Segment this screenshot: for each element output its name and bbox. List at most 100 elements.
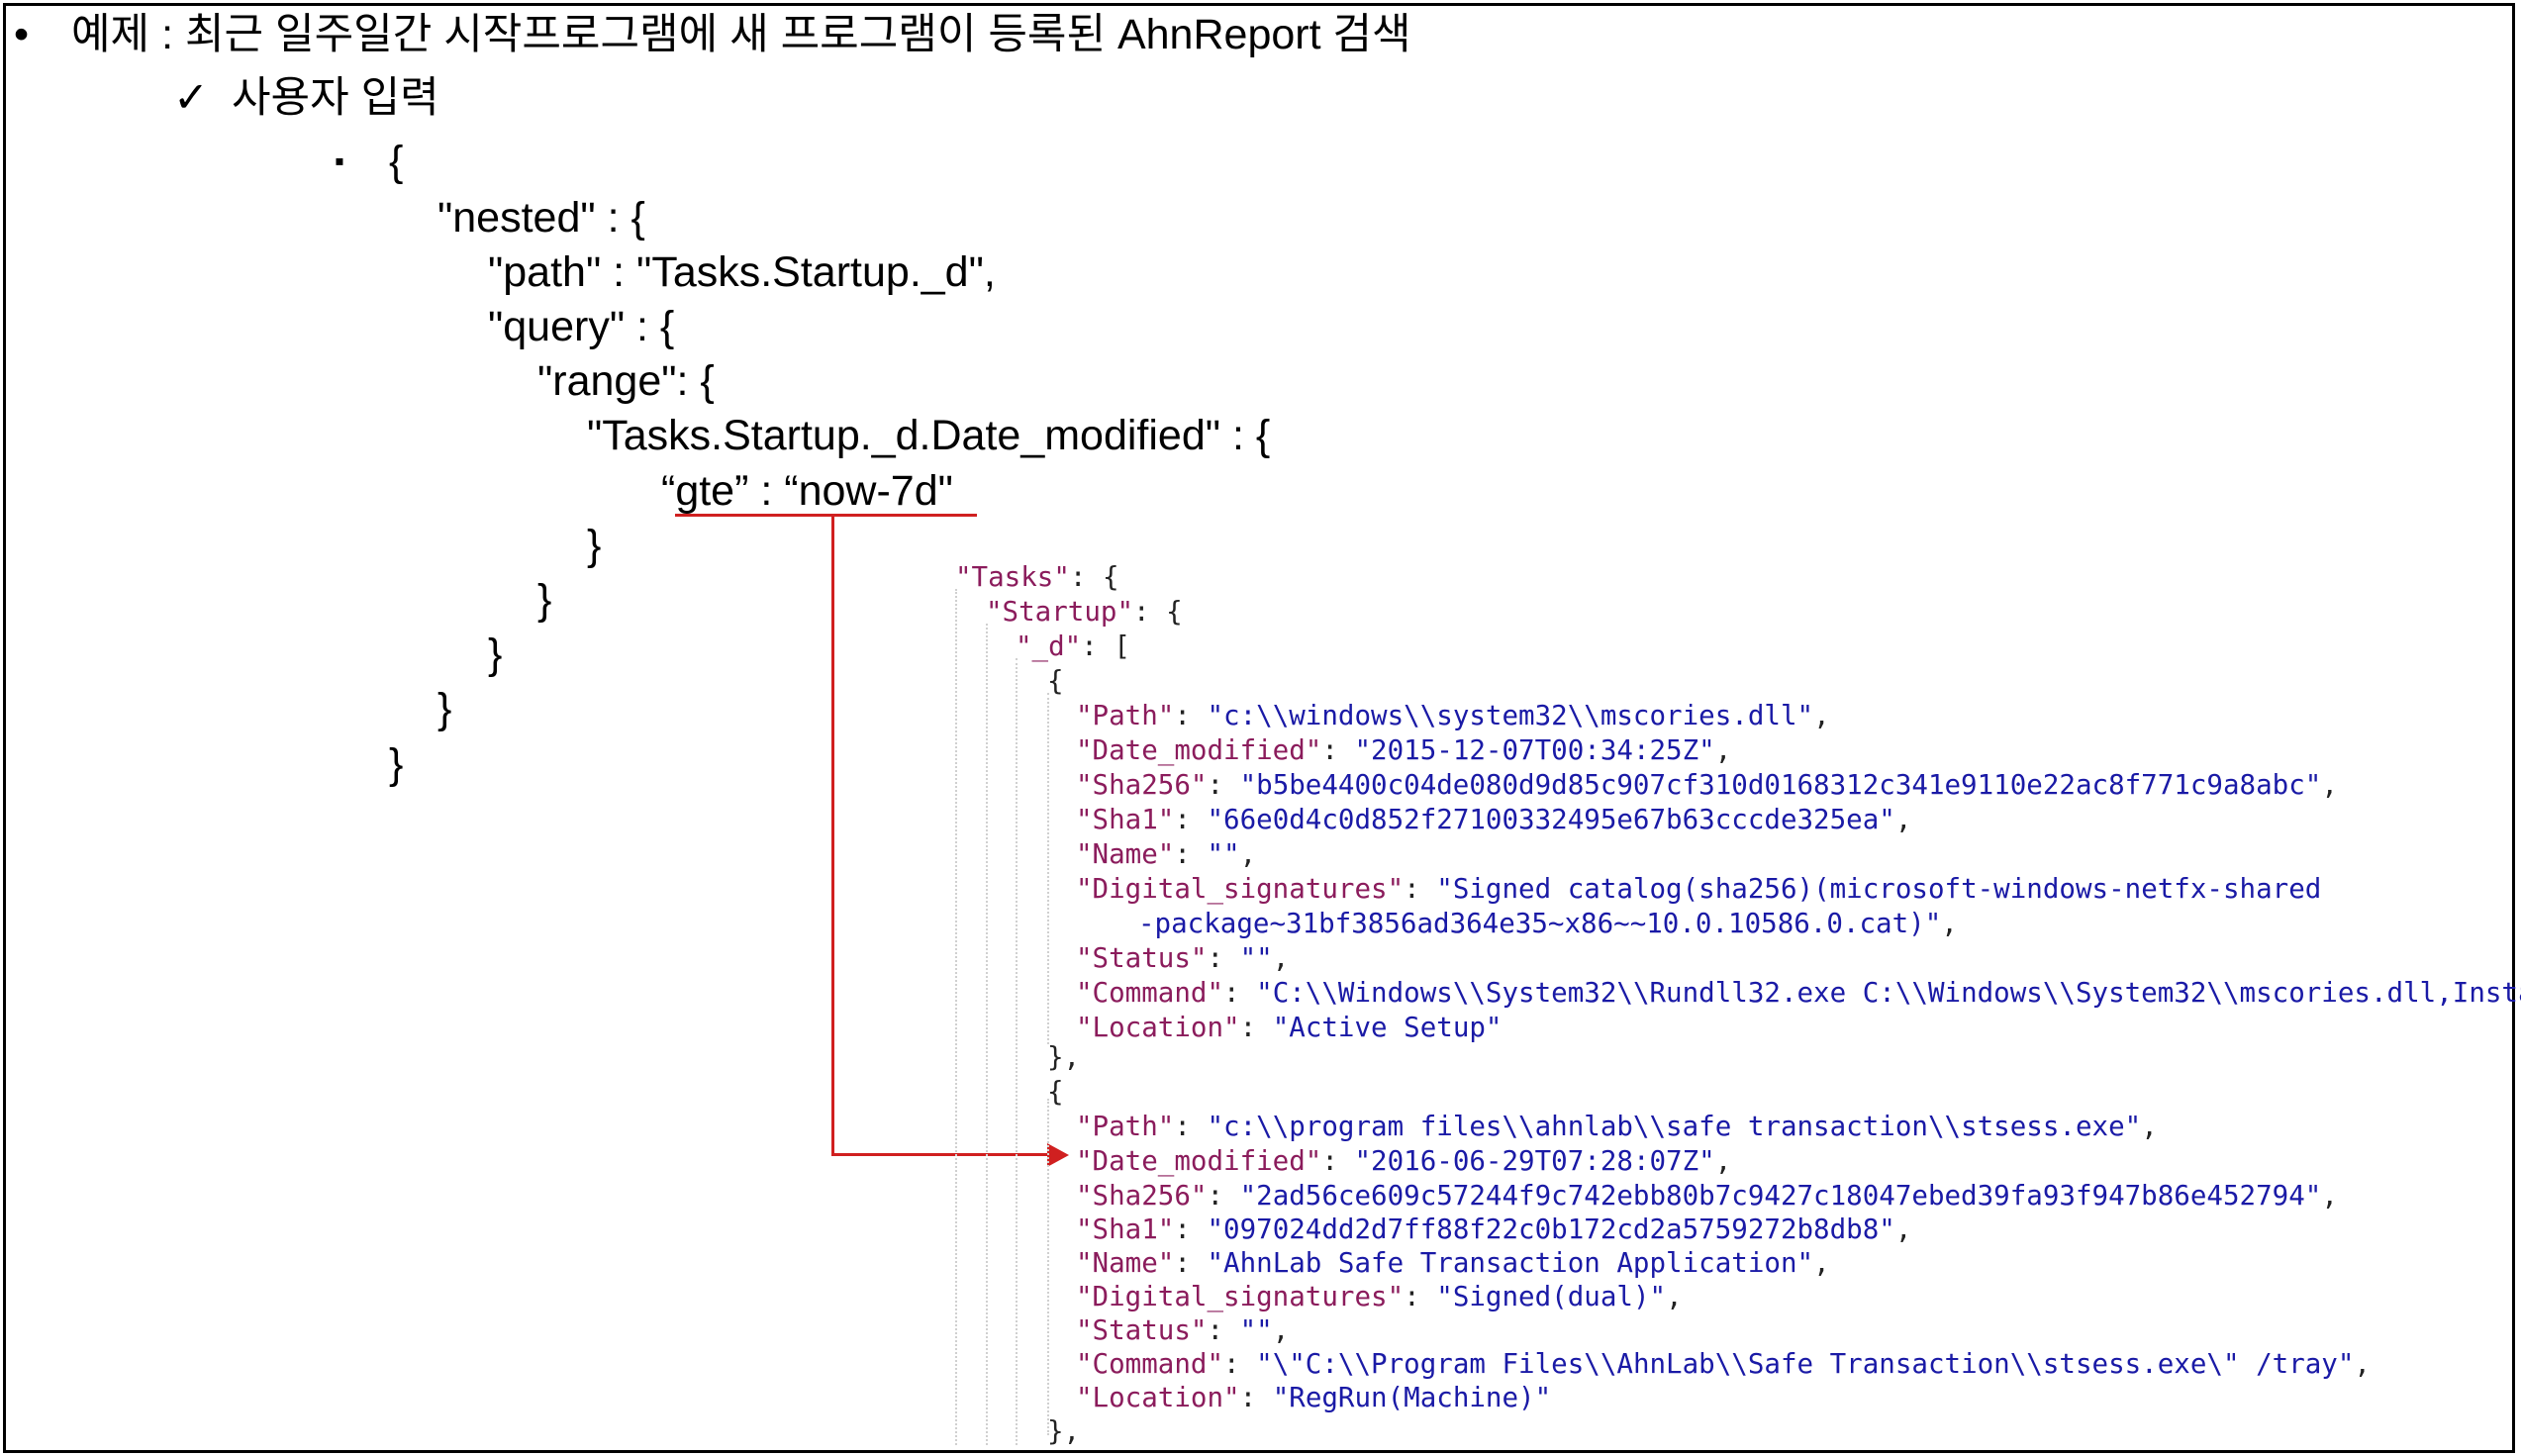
json-field-tail: , <box>1813 700 1830 731</box>
gte-highlight-underline <box>675 514 977 517</box>
json-field-row: "Name": "", <box>1076 838 1257 870</box>
arrow-head-icon <box>1047 1143 1069 1167</box>
json-field-value: "2ad56ce609c57244f9c742ebb80b7c9427c1804… <box>1239 1180 2322 1212</box>
query-line: { <box>389 138 404 185</box>
json-field-key: "Sha1" <box>1076 1213 1175 1245</box>
json-colon: : <box>1174 804 1208 835</box>
json-field-value: "C:\\Windows\\System32\\Rundll32.exe C:\… <box>1256 977 2521 1009</box>
json-field-row: "Digital_signatures": "Signed catalog(sh… <box>1076 873 2321 905</box>
json-field-tail: , <box>2321 769 2338 801</box>
json-field-value: "Active Setup" <box>1272 1012 1503 1043</box>
json-field-row: "Date_modified": "2016-06-29T07:28:07Z", <box>1076 1145 1732 1177</box>
json-field-key: "Command" <box>1076 1348 1224 1380</box>
json-punct: : { <box>1069 561 1119 593</box>
json-field-row: "Location": "RegRun(Machine)" <box>1076 1382 1552 1413</box>
json-field-key: "Status" <box>1076 1314 1208 1346</box>
json-colon: : <box>1174 1111 1208 1142</box>
json-entry-close: }, <box>1047 1041 1081 1073</box>
json-field-row: "Command": "C:\\Windows\\System32\\Rundl… <box>1076 977 2521 1009</box>
json-field-tail: , <box>1272 942 1290 974</box>
json-key: "_d" <box>1016 631 1082 662</box>
json-entry-open: { <box>1047 665 1064 697</box>
query-line: } <box>488 631 503 678</box>
json-field-value: "c:\\program files\\ahnlab\\safe transac… <box>1207 1111 2142 1142</box>
json-field-key: "Digital_signatures" <box>1076 1281 1405 1312</box>
json-field-value: "Signed(dual)" <box>1436 1281 1667 1312</box>
json-field-value: "c:\\windows\\system32\\mscories.dll" <box>1207 700 1814 731</box>
json-field-row: "Sha256": "2ad56ce609c57244f9c742ebb80b7… <box>1076 1180 2338 1212</box>
json-field-value: "AhnLab Safe Transaction Application" <box>1207 1247 1814 1279</box>
json-line-startup: "Startup": { <box>986 596 1183 628</box>
json-field-key: "Sha1" <box>1076 804 1175 835</box>
json-field-key: "Status" <box>1076 942 1208 974</box>
query-line: "path" : "Tasks.Startup._d", <box>488 248 996 296</box>
query-line-gte: “gte” : “now-7d" <box>661 467 953 515</box>
bullet-marker: • <box>14 11 30 58</box>
json-colon: : <box>1239 1382 1273 1413</box>
json-field-key: "Location" <box>1076 1382 1240 1413</box>
json-field-key: "Sha256" <box>1076 769 1208 801</box>
json-line-d: "_d": [ <box>1016 631 1130 662</box>
indent-guide <box>1016 658 1018 1445</box>
json-field-tail: , <box>2354 1348 2371 1380</box>
json-field-row: -package~31bf3856ad364e35~x86~~10.0.1058… <box>1138 908 1958 939</box>
json-key: "Startup" <box>986 596 1134 628</box>
json-field-row: "Sha1": "66e0d4c0d852f27100332495e67b63c… <box>1076 804 1911 835</box>
json-field-value: "2016-06-29T07:28:07Z" <box>1354 1145 1715 1177</box>
json-field-key: "Sha256" <box>1076 1180 1208 1212</box>
json-colon: : <box>1207 1314 1240 1346</box>
json-field-value: "\"C:\\Program Files\\AhnLab\\Safe Trans… <box>1256 1348 2355 1380</box>
json-colon: : <box>1207 942 1240 974</box>
json-field-tail: , <box>1894 1213 1912 1245</box>
indent-guide <box>986 624 988 1445</box>
json-line-tasks: "Tasks": { <box>955 561 1119 593</box>
indent-guide <box>1047 693 1049 1044</box>
json-field-key: "Digital_signatures" <box>1076 873 1405 905</box>
json-field-value: "" <box>1239 942 1273 974</box>
indent-guide <box>955 589 957 1445</box>
json-colon: : <box>1174 1213 1208 1245</box>
json-colon: : <box>1223 1348 1257 1380</box>
json-field-tail: , <box>1239 838 1257 870</box>
json-colon: : <box>1174 1247 1208 1279</box>
query-line: } <box>389 740 404 788</box>
json-field-key: "Command" <box>1076 977 1224 1009</box>
json-field-tail: , <box>2321 1180 2338 1212</box>
json-field-row: "Status": "", <box>1076 942 1290 974</box>
json-field-tail: , <box>1272 1314 1290 1346</box>
json-field-value: "RegRun(Machine)" <box>1272 1382 1552 1413</box>
json-colon: : <box>1321 734 1355 766</box>
json-field-value: "b5be4400c04de080d9d85c907cf310d0168312c… <box>1239 769 2322 801</box>
subtitle-user-input: 사용자 입력 <box>232 74 439 122</box>
json-colon: : <box>1404 873 1437 905</box>
query-line: "Tasks.Startup._d.Date_modified" : { <box>587 412 1271 459</box>
json-field-row: "Digital_signatures": "Signed(dual)", <box>1076 1281 1683 1312</box>
json-field-row: "Location": "Active Setup" <box>1076 1012 1503 1043</box>
json-colon: : <box>1207 1180 1240 1212</box>
json-colon: : <box>1239 1012 1273 1043</box>
json-entry-close: }, <box>1047 1415 1081 1447</box>
query-line: } <box>587 522 602 569</box>
json-field-value: -package~31bf3856ad364e35~x86~~10.0.1058… <box>1138 908 1942 939</box>
json-field-key: "Name" <box>1076 1247 1175 1279</box>
json-field-tail: , <box>1714 1145 1732 1177</box>
json-field-tail: , <box>1714 734 1732 766</box>
query-line: "nested" : { <box>437 194 645 242</box>
json-field-row: "Sha256": "b5be4400c04de080d9d85c907cf31… <box>1076 769 2338 801</box>
json-punct: : { <box>1133 596 1183 628</box>
indent-guide <box>1047 1099 1049 1435</box>
query-line: } <box>537 576 552 624</box>
json-punct: : [ <box>1081 631 1130 662</box>
json-key: "Tasks" <box>955 561 1070 593</box>
json-field-row: "Path": "c:\\program files\\ahnlab\\safe… <box>1076 1111 2158 1142</box>
json-field-key: "Name" <box>1076 838 1175 870</box>
json-colon: : <box>1321 1145 1355 1177</box>
connector-line-vertical <box>831 517 834 1155</box>
json-field-row: "Command": "\"C:\\Program Files\\AhnLab\… <box>1076 1348 2371 1380</box>
json-colon: : <box>1174 838 1208 870</box>
json-field-tail: , <box>1941 908 1958 939</box>
json-field-tail: , <box>2141 1111 2158 1142</box>
json-field-row: "Date_modified": "2015-12-07T00:34:25Z", <box>1076 734 1732 766</box>
json-field-key: "Path" <box>1076 700 1175 731</box>
json-field-value: "2015-12-07T00:34:25Z" <box>1354 734 1715 766</box>
